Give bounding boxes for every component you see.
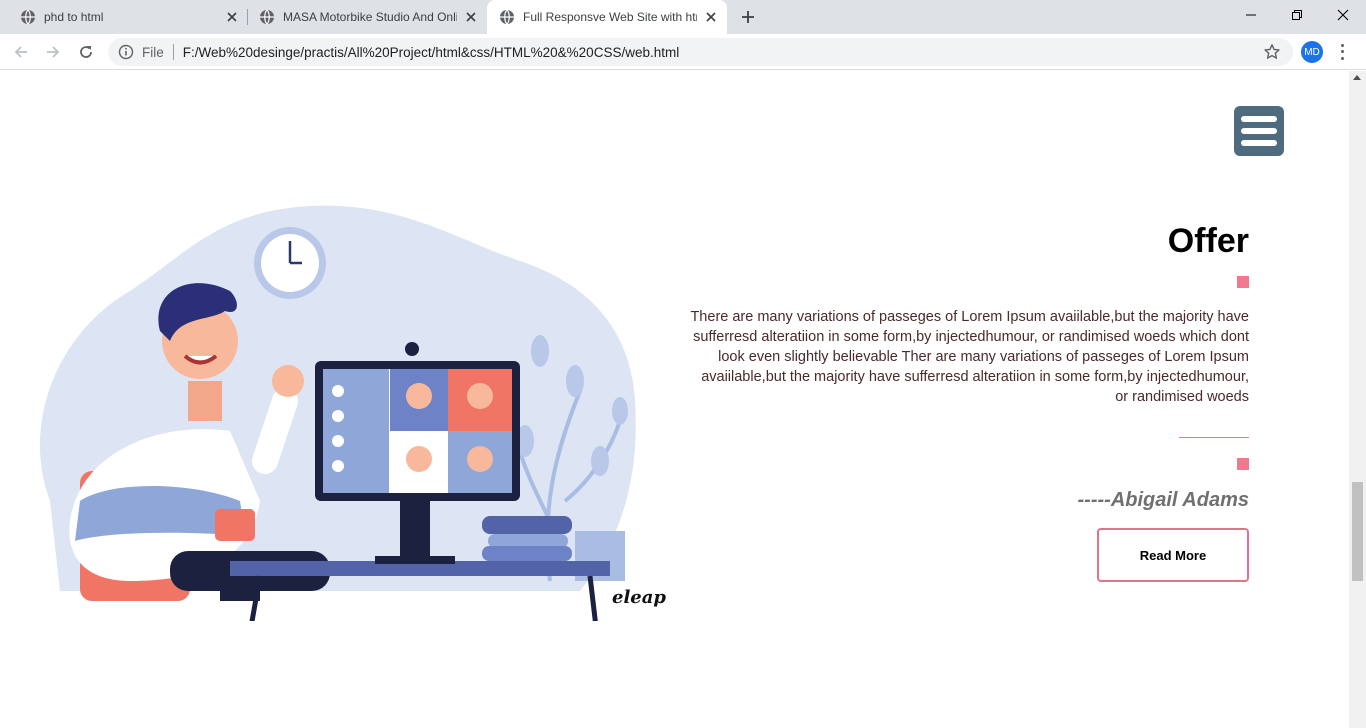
menu-dot: [1340, 57, 1344, 61]
reload-button[interactable]: [74, 40, 98, 64]
section-title: Offer: [1167, 222, 1249, 260]
minimize-icon: [1246, 14, 1256, 16]
address-divider: [172, 44, 174, 60]
menu-dot: [1340, 43, 1344, 47]
address-bar[interactable]: File F:/Web%20desinge/practis/All%20Proj…: [108, 38, 1293, 66]
plus-icon: [742, 11, 754, 23]
back-arrow-icon: [14, 46, 27, 58]
restore-icon: [1292, 10, 1302, 20]
tab-full-responsive[interactable]: Full Responsve Web Site with html: [487, 0, 727, 34]
reload-icon: [80, 46, 92, 58]
new-tab-button[interactable]: [737, 6, 759, 28]
accent-square: [1237, 276, 1249, 288]
browser-toolbar: File F:/Web%20desinge/practis/All%20Proj…: [0, 34, 1366, 70]
minimize-button[interactable]: [1228, 0, 1274, 30]
scheme-label: File: [142, 44, 164, 60]
restore-button[interactable]: [1274, 0, 1320, 30]
accent-square: [1237, 458, 1249, 470]
scroll-thumb[interactable]: [1352, 482, 1363, 581]
tab-phd-to-html[interactable]: phd to html: [0, 0, 248, 34]
menu-bar: [1241, 128, 1277, 134]
tab-title: phd to html: [44, 10, 104, 24]
globe-icon: [500, 9, 514, 25]
menu-bar: [1241, 116, 1277, 122]
browser-menu-button[interactable]: [1336, 42, 1348, 62]
tab-title: MASA Motorbike Studio And Online: [283, 10, 457, 24]
globe-icon: [21, 9, 35, 25]
tab-strip: phd to html MASA Motorbike Studio And On…: [0, 0, 1366, 34]
url-text[interactable]: F:/Web%20desinge/practis/All%20Project/h…: [183, 45, 1263, 60]
close-tab-icon[interactable]: [463, 9, 479, 25]
quote-author: -----Abigail Adams: [1077, 489, 1249, 511]
page-viewport: eleap Offer There are many variations of…: [0, 71, 1349, 728]
tab-masa-motorbike[interactable]: MASA Motorbike Studio And Online: [239, 0, 487, 34]
section-body-text: There are many variations of passeges of…: [690, 309, 1249, 405]
close-window-button[interactable]: [1320, 0, 1366, 30]
vertical-scrollbar[interactable]: [1349, 71, 1366, 728]
menu-bar: [1241, 140, 1277, 146]
close-icon: [1337, 9, 1349, 21]
illustration-logo: eleap: [612, 587, 666, 608]
bookmark-star-icon[interactable]: [1263, 43, 1281, 61]
video-call-illustration: eleap: [39, 205, 666, 621]
info-icon[interactable]: [118, 44, 134, 60]
profile-avatar[interactable]: MD: [1301, 41, 1323, 63]
scroll-up-arrow-icon[interactable]: [1353, 75, 1361, 80]
accent-divider: [1179, 437, 1249, 438]
close-tab-icon[interactable]: [224, 9, 240, 25]
back-button[interactable]: [9, 40, 33, 64]
menu-dot: [1340, 50, 1344, 54]
read-more-button[interactable]: Read More: [1097, 528, 1249, 582]
globe-icon: [260, 9, 274, 25]
forward-arrow-icon: [47, 46, 60, 58]
forward-button[interactable]: [41, 40, 65, 64]
tab-title: Full Responsve Web Site with html: [523, 10, 697, 24]
hamburger-menu-button[interactable]: [1234, 106, 1284, 156]
close-tab-icon[interactable]: [703, 9, 719, 25]
